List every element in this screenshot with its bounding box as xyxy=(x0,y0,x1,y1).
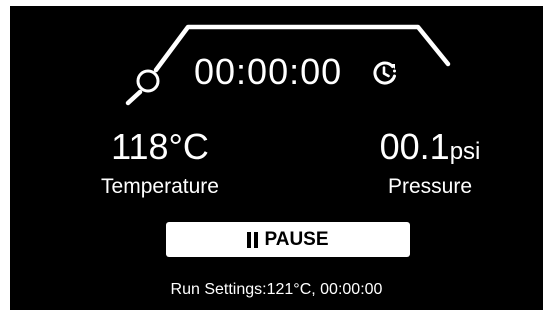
elapsed-timer: 00:00:00 xyxy=(194,51,343,92)
pause-button-label: PAUSE xyxy=(264,228,329,250)
temperature-value: 118°C xyxy=(111,126,209,167)
temperature-label: Temperature xyxy=(101,175,219,198)
pause-icon xyxy=(247,231,259,248)
cycle-indicator-handle xyxy=(125,89,143,106)
pressure-value: 00.1 xyxy=(379,126,450,167)
run-settings-values: 121°C, 00:00:00 xyxy=(266,281,383,298)
pressure-reading: 00.1psi xyxy=(330,126,530,173)
run-settings-label: Run Settings: xyxy=(170,281,267,298)
pressure-label: Pressure xyxy=(387,175,473,198)
pause-button[interactable]: PAUSE xyxy=(166,222,410,257)
cycle-progress-indicator-icon xyxy=(136,69,160,93)
clock-icon xyxy=(373,61,396,85)
pressure-unit: psi xyxy=(449,138,481,165)
autoclave-display-screen: 00:00:00 118°C Temperature 00.1psi Press… xyxy=(10,6,543,310)
run-settings-summary: Run Settings:121°C, 00:00:00 xyxy=(10,280,543,300)
